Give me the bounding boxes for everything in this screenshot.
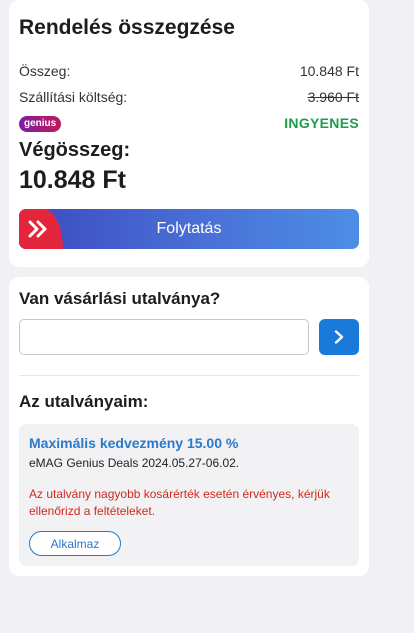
shipping-original-price: 3.960 Ft xyxy=(307,89,359,105)
my-vouchers-title: Az utalványaim: xyxy=(19,392,149,411)
voucher-item-subtitle: eMAG Genius Deals 2024.05.27-06.02. xyxy=(29,456,240,470)
summary-title: Rendelés összegzése xyxy=(19,16,235,39)
shipping-free-label: INGYENES xyxy=(284,115,359,131)
apply-voucher-button[interactable]: Alkalmaz xyxy=(29,531,121,556)
continue-button-label: Folytatás xyxy=(156,220,222,237)
voucher-submit-button[interactable] xyxy=(319,319,359,355)
shipping-label: Szállítási költség: xyxy=(19,89,128,105)
voucher-code-input[interactable] xyxy=(19,319,309,355)
voucher-card: Van vásárlási utalványa? Az utalványaim:… xyxy=(9,277,369,576)
order-summary-card: Rendelés összegzése Összeg: 10.848 Ft Sz… xyxy=(9,0,369,267)
subtotal-value: 10.848 Ft xyxy=(299,63,359,79)
genius-badge: genius xyxy=(19,116,62,132)
divider xyxy=(19,375,359,376)
total-label: Végösszeg: xyxy=(19,139,131,161)
voucher-item-warning: Az utalvány nagyobb kosárérték esetén ér… xyxy=(29,487,330,518)
voucher-item-title: Maximális kedvezmény 15.00 % xyxy=(29,435,239,451)
voucher-question: Van vásárlási utalványa? xyxy=(19,289,221,308)
total-value: 10.848 Ft xyxy=(19,166,127,194)
voucher-item: Maximális kedvezmény 15.00 % eMAG Genius… xyxy=(19,424,359,566)
continue-button[interactable]: Folytatás xyxy=(19,209,359,249)
subtotal-label: Összeg: xyxy=(19,63,71,79)
